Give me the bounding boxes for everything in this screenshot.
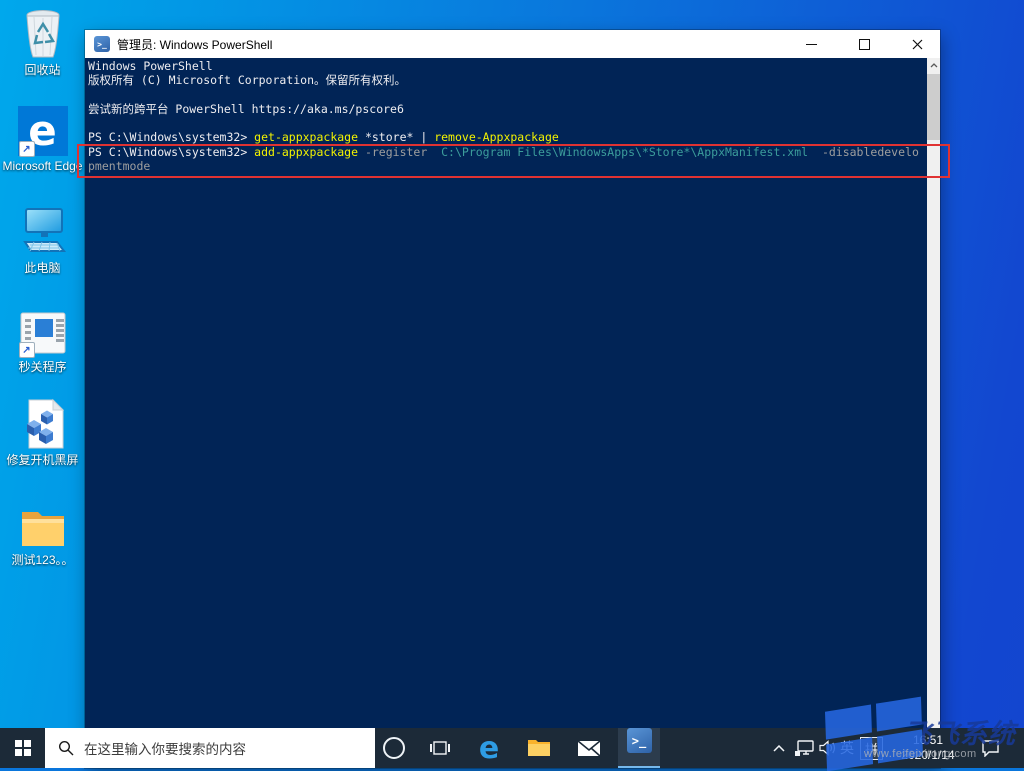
tray-network-button[interactable]	[791, 728, 816, 768]
recycle-bin-icon	[21, 6, 65, 60]
desktop-icon-recycle-bin[interactable]: 回收站	[0, 6, 85, 77]
desktop-icon-this-pc[interactable]: 此电脑	[0, 204, 85, 275]
tray-ime-button[interactable]: 拼	[858, 728, 885, 768]
file-explorer-icon	[528, 740, 550, 756]
tray-time: 16:51	[912, 733, 944, 747]
speaker-icon	[818, 740, 835, 756]
maximize-button[interactable]	[841, 30, 887, 58]
shortcut-arrow-icon: ↗	[18, 342, 35, 358]
desktop-icon-test-folder[interactable]: 测试123。。	[0, 496, 85, 567]
console-output[interactable]: Windows PowerShell 版权所有 (C) Microsoft Cor…	[88, 59, 926, 173]
edge-icon: e ↗	[17, 102, 68, 157]
taskbar-edge-button[interactable]: e	[466, 728, 512, 768]
mail-icon	[577, 739, 601, 757]
task-view-button[interactable]	[418, 728, 462, 768]
scrollbar-up-arrow[interactable]	[927, 58, 940, 72]
desktop-icon-microsoft-edge[interactable]: e ↗ Microsoft Edge	[0, 102, 85, 173]
desktop-icon-label: Microsoft Edge	[2, 159, 83, 173]
desktop-icon-label: 修复开机黑屏	[6, 453, 79, 467]
desktop-icon-quick-close-app[interactable]: ↗ 秒关程序	[0, 303, 85, 374]
window-titlebar[interactable]: >_ 管理员: Windows PowerShell	[85, 30, 940, 58]
minimize-icon	[805, 43, 817, 45]
edge-icon: e	[478, 730, 500, 766]
network-icon	[794, 739, 814, 756]
close-button[interactable]	[894, 30, 940, 58]
taskbar-file-explorer-button[interactable]	[516, 728, 562, 768]
desktop-icon-label: 秒关程序	[18, 360, 67, 374]
task-view-icon	[430, 741, 450, 755]
taskbar-search-input[interactable]: 在这里输入你要搜索的内容	[45, 728, 375, 768]
minimize-button[interactable]	[788, 30, 834, 58]
tray-date: 2020/1/14	[901, 748, 955, 762]
maximize-icon	[858, 38, 870, 50]
scrollbar-thumb[interactable]	[927, 74, 940, 140]
app-window-icon: ↗	[18, 303, 68, 358]
taskbar-mail-button[interactable]	[566, 728, 612, 768]
this-pc-icon	[17, 204, 69, 258]
desktop-icon-label: 测试123。。	[11, 553, 74, 567]
tray-clock[interactable]: 16:51 2020/1/14	[888, 728, 968, 768]
registry-file-icon	[19, 396, 67, 450]
desktop-icon-fix-black-screen[interactable]: 修复开机黑屏	[0, 396, 85, 467]
chevron-up-icon	[773, 744, 785, 752]
tray-language-indicator[interactable]: 英	[838, 728, 856, 768]
search-icon	[58, 740, 74, 756]
tray-show-hidden-icons-button[interactable]	[768, 728, 790, 768]
cortana-icon	[383, 737, 405, 759]
powershell-icon: >_	[626, 728, 652, 753]
ime-icon: 拼	[860, 736, 883, 760]
close-icon	[912, 39, 922, 49]
taskbar: 在这里输入你要搜索的内容 e >_ 英 拼 16:51 2020/1/14	[0, 728, 1024, 768]
powershell-window: >_ 管理员: Windows PowerShell Windows Power…	[85, 30, 940, 768]
taskbar-powershell-button[interactable]: >_	[618, 728, 660, 768]
windows-logo-icon	[14, 740, 31, 756]
language-label: 英	[840, 740, 854, 756]
tray-volume-button[interactable]	[816, 728, 838, 768]
window-title: 管理员: Windows PowerShell	[117, 37, 273, 52]
console-area[interactable]: Windows PowerShell 版权所有 (C) Microsoft Cor…	[85, 58, 940, 768]
shortcut-arrow-icon: ↗	[18, 141, 35, 157]
powershell-icon: >_	[94, 36, 110, 52]
start-button[interactable]	[0, 728, 45, 768]
desktop-icon-label: 此电脑	[24, 261, 61, 275]
action-center-button[interactable]	[972, 728, 1008, 768]
folder-icon	[18, 496, 68, 550]
search-placeholder: 在这里输入你要搜索的内容	[84, 742, 246, 757]
cortana-button[interactable]	[374, 728, 414, 768]
action-center-icon	[981, 740, 999, 757]
console-scrollbar[interactable]	[927, 58, 940, 768]
desktop-icon-label: 回收站	[24, 63, 61, 77]
